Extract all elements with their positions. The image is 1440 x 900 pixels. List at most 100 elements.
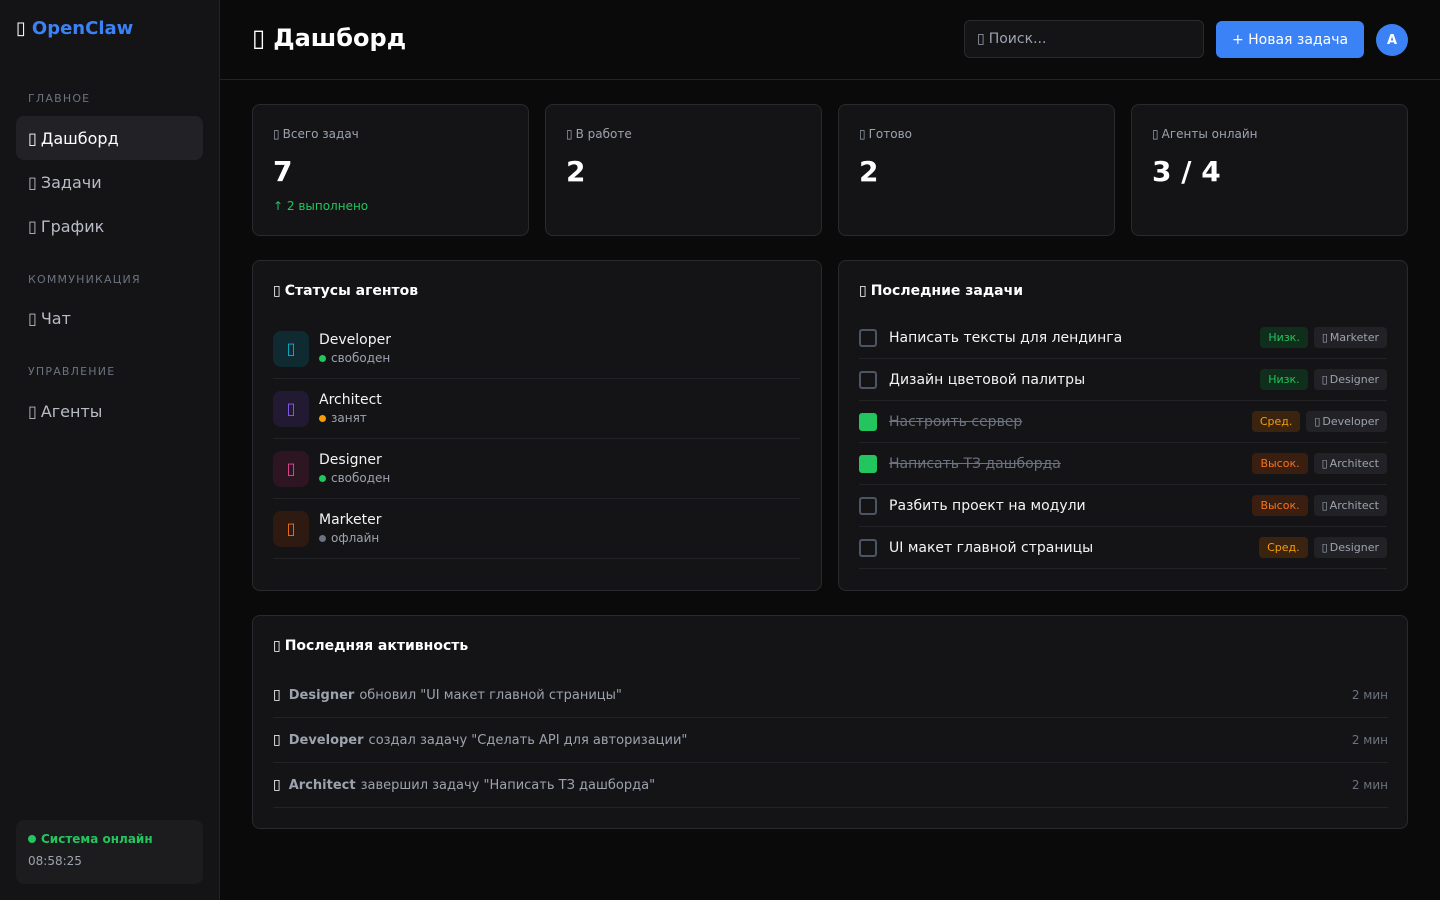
assignee-badge: ▯ Developer: [1306, 411, 1387, 432]
activity-actor: Developer: [288, 732, 364, 748]
task-title[interactable]: Настроить сервер: [889, 414, 1252, 430]
new-task-button[interactable]: + Новая задача: [1216, 21, 1364, 58]
sidebar-item-label: Дашборд: [40, 128, 119, 148]
stat-label-text: Готово: [868, 127, 913, 141]
agents-status-panel: ▯ Статусы агентов ▯ Developer свободен ▯…: [252, 260, 822, 591]
task-title[interactable]: Написать ТЗ дашборда: [889, 456, 1252, 472]
app-name: OpenClaw: [31, 18, 134, 39]
agent-status-text: свободен: [331, 471, 391, 485]
check-icon: ▯: [273, 777, 281, 793]
status-dot-icon: [319, 354, 326, 362]
tasks-icon: ▯: [28, 172, 37, 192]
avatar[interactable]: A: [1376, 24, 1408, 56]
task-row[interactable]: Написать ТЗ дашборда Высок. ▯ Architect: [859, 443, 1387, 485]
stat-value: 3 / 4: [1152, 155, 1221, 188]
chat-icon: ▯: [28, 308, 37, 328]
task-checkbox-checked[interactable]: [859, 454, 877, 473]
sidebar-item-chat[interactable]: ▯ Чат: [16, 296, 203, 340]
activity-time: 2 мин: [1351, 778, 1388, 792]
stat-label-text: В работе: [575, 127, 632, 141]
recent-tasks-panel: ▯ Последние задачи Написать тексты для л…: [838, 260, 1408, 591]
marketer-agent-icon: ▯: [273, 510, 309, 547]
agent-status-text: свободен: [331, 351, 391, 365]
priority-badge: Низк.: [1260, 369, 1308, 390]
stat-delta: ↑ 2 выполнено: [273, 199, 369, 213]
agent-name: Architect: [319, 392, 382, 408]
agent-status-text: занят: [331, 411, 367, 425]
system-status: Система онлайн 08:58:25: [16, 820, 203, 884]
agent-status: занят: [319, 411, 382, 425]
search-input[interactable]: [988, 31, 1189, 47]
activity-panel-icon: ▯: [273, 638, 281, 654]
online-dot-icon: [28, 835, 36, 843]
stat-label: ▯ В работе: [566, 127, 632, 141]
check-icon: ▯: [859, 127, 866, 141]
activity-actor: Architect: [288, 777, 356, 793]
sidebar-item-agents[interactable]: ▯ Агенты: [16, 389, 203, 433]
task-checkbox[interactable]: [859, 328, 877, 347]
task-title[interactable]: UI макет главной страницы: [889, 540, 1259, 556]
task-checkbox-checked[interactable]: [859, 412, 877, 431]
panel-title: ▯ Последние задачи: [859, 283, 1023, 299]
task-row[interactable]: Разбить проект на модули Высок. ▯ Archit…: [859, 485, 1387, 527]
task-title[interactable]: Разбить проект на модули: [889, 498, 1252, 514]
stat-label: ▯ Агенты онлайн: [1152, 127, 1258, 141]
assignee-badge: ▯ Designer: [1313, 537, 1387, 558]
stat-label-text: Всего задач: [282, 127, 359, 141]
sidebar-item-tasks[interactable]: ▯ Задачи: [16, 160, 203, 204]
priority-badge: Высок.: [1252, 495, 1308, 516]
activity-item: ▯ Architect завершил задачу "Написать ТЗ…: [273, 763, 1388, 808]
priority-badge: Сред.: [1259, 537, 1308, 558]
task-checkbox[interactable]: [859, 370, 877, 389]
sidebar-item-schedule[interactable]: ▯ График: [16, 204, 203, 248]
task-row[interactable]: UI макет главной страницы Сред. ▯ Design…: [859, 527, 1387, 569]
sidebar-item-label: Чат: [40, 308, 71, 328]
task-title[interactable]: Написать тексты для лендинга: [889, 330, 1260, 346]
dashboard-icon: ▯: [28, 128, 37, 148]
assignee-name: Designer: [1329, 373, 1379, 386]
agent-row-designer[interactable]: ▯ Designer свободен: [273, 439, 800, 499]
panel-title: ▯ Статусы агентов: [273, 283, 418, 299]
page-title-text: Дашборд: [273, 24, 407, 52]
agent-status: свободен: [319, 471, 390, 485]
panel-title-text: Последние задачи: [870, 283, 1024, 299]
search-box[interactable]: ▯: [964, 20, 1204, 58]
panel-title: ▯ Последняя активность: [273, 638, 468, 654]
stat-value: 7: [273, 155, 293, 188]
assignee-badge: ▯ Architect: [1313, 495, 1387, 516]
agent-row-marketer[interactable]: ▯ Marketer офлайн: [273, 499, 800, 559]
header: ▯ Дашборд ▯ + Новая задача A: [220, 0, 1440, 80]
task-row[interactable]: Дизайн цветовой палитры Низк. ▯ Designer: [859, 359, 1387, 401]
activity-item: ▯ Designer обновил "UI макет главной стр…: [273, 673, 1388, 718]
dashboard-title-icon: ▯: [252, 24, 266, 52]
developer-agent-icon: ▯: [273, 330, 309, 367]
robot-icon: ▯: [1152, 127, 1159, 141]
assignee-badge: ▯ Marketer: [1313, 327, 1387, 348]
edit-icon: ▯: [273, 687, 281, 703]
search-icon: ▯: [977, 31, 985, 47]
system-time: 08:58:25: [28, 854, 82, 868]
agent-name: Marketer: [319, 512, 382, 528]
app-logo[interactable]: ▯ OpenClaw: [16, 18, 133, 39]
task-row[interactable]: Настроить сервер Сред. ▯ Developer: [859, 401, 1387, 443]
stat-label: ▯ Готово: [859, 127, 912, 141]
calendar-icon: ▯: [28, 216, 37, 236]
task-checkbox[interactable]: [859, 538, 877, 557]
sidebar-item-label: Агенты: [40, 401, 103, 421]
agent-icon: ▯: [1321, 541, 1328, 554]
assignee-badge: ▯ Architect: [1313, 453, 1387, 474]
agent-icon: ▯: [1321, 373, 1328, 386]
agent-row-architect[interactable]: ▯ Architect занят: [273, 379, 800, 439]
agent-row-developer[interactable]: ▯ Developer свободен: [273, 319, 800, 379]
activity-time: 2 мин: [1351, 688, 1388, 702]
panel-title-text: Статусы агентов: [284, 283, 419, 299]
task-row[interactable]: Написать тексты для лендинга Низк. ▯ Mar…: [859, 317, 1387, 359]
system-status-label: Система онлайн: [41, 832, 153, 846]
architect-agent-icon: ▯: [273, 390, 309, 427]
task-title[interactable]: Дизайн цветовой палитры: [889, 372, 1260, 388]
task-checkbox[interactable]: [859, 496, 877, 515]
agent-icon: ▯: [1321, 331, 1328, 344]
stat-card-total: ▯ Всего задач 7 ↑ 2 выполнено: [252, 104, 529, 236]
agent-icon: ▯: [1314, 415, 1321, 428]
sidebar-item-dashboard[interactable]: ▯ Дашборд: [16, 116, 203, 160]
